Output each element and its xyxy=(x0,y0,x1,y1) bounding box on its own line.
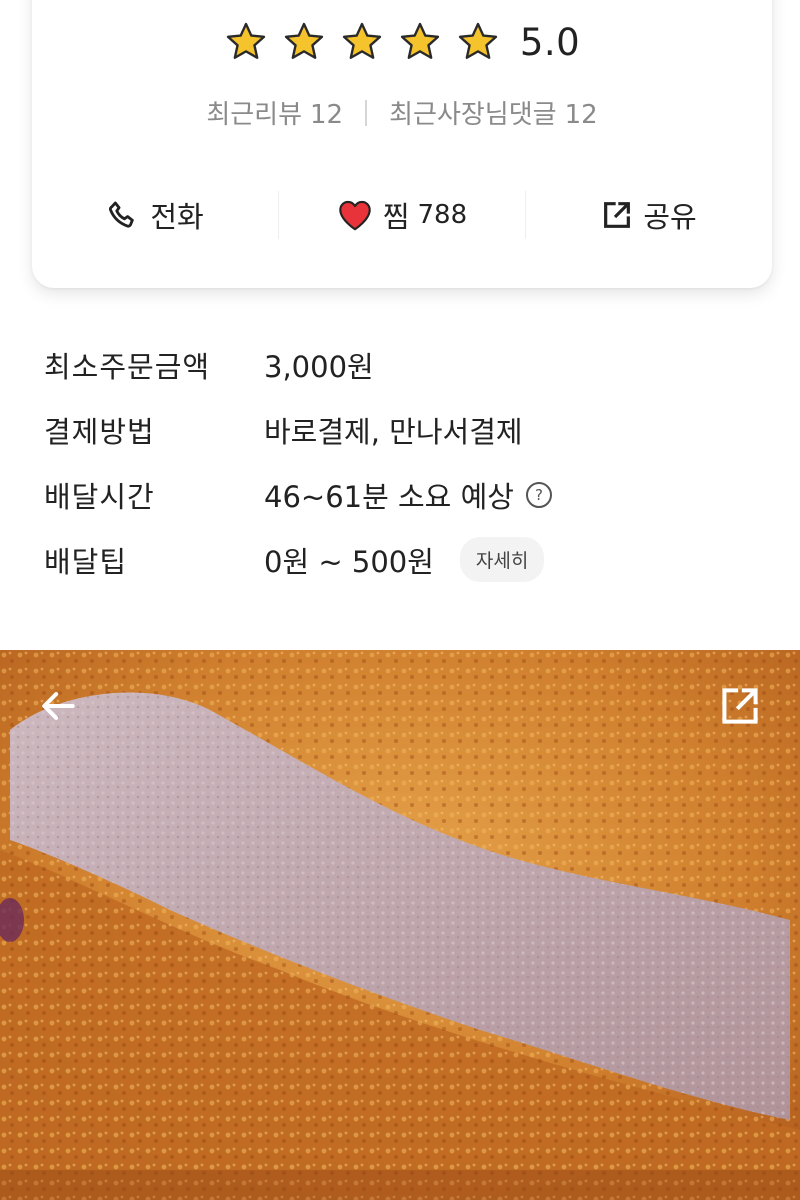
share-icon[interactable] xyxy=(718,684,762,728)
pork-cutlet-image xyxy=(0,650,800,1200)
call-label: 전화 xyxy=(150,200,204,234)
share-button[interactable]: 공유 xyxy=(526,194,772,236)
like-button[interactable]: 찜 788 xyxy=(279,194,525,236)
rating-row: 5.0 xyxy=(32,16,772,68)
phone-icon xyxy=(109,201,135,228)
info-row-delivery-time: 배달시간 46~61분 소요 예상 ? xyxy=(44,462,764,527)
recent-reviews-label: 최근리뷰 xyxy=(206,100,303,130)
action-bar: 전화 찜 788 공유 xyxy=(32,180,772,250)
star-icon xyxy=(342,22,381,59)
info-value-wrap: 46~61분 소요 예상 ? xyxy=(264,474,552,516)
share-label: 공유 xyxy=(643,200,697,234)
arrow-left-icon[interactable] xyxy=(36,684,80,728)
heart-icon xyxy=(339,200,371,231)
like-label: 찜 xyxy=(382,200,410,234)
info-label: 배달팁 xyxy=(44,544,128,579)
like-count: 788 xyxy=(417,200,468,230)
info-value-wrap: 0원 ~ 500원 자세히 xyxy=(264,537,545,582)
info-row-delivery-tip: 배달팁 0원 ~ 500원 자세히 xyxy=(44,527,764,592)
info-value: 3,000원 xyxy=(264,349,374,384)
delivery-tip-value: 0원 ~ 500원 xyxy=(264,544,434,579)
rating-value: 5.0 xyxy=(519,20,581,64)
call-button[interactable]: 전화 xyxy=(32,194,278,236)
owner-replies-link[interactable]: 최근사장님댓글 12 xyxy=(389,94,598,131)
star-icon xyxy=(284,22,323,59)
share-icon xyxy=(604,202,631,228)
info-label: 최소주문금액 xyxy=(44,349,211,384)
review-counts: 최근리뷰 12 최근사장님댓글 12 xyxy=(32,94,772,131)
question-circle-icon[interactable]: ? xyxy=(525,481,552,508)
info-label: 결제방법 xyxy=(44,414,155,449)
delivery-time-value: 46~61분 소요 예상 xyxy=(264,479,514,514)
store-summary-card: 5.0 최근리뷰 12 최근사장님댓글 12 전화 찜 788 공유 xyxy=(32,0,772,288)
recent-reviews-count: 12 xyxy=(310,100,344,130)
info-row-payment: 결제방법 바로결제, 만나서결제 xyxy=(44,397,764,462)
star-icon xyxy=(400,22,439,59)
store-info-list: 최소주문금액 3,000원 결제방법 바로결제, 만나서결제 배달시간 46~6… xyxy=(44,332,764,592)
star-icon xyxy=(458,22,497,59)
divider xyxy=(365,99,368,126)
delivery-tip-detail-button[interactable]: 자세히 xyxy=(459,537,545,582)
owner-replies-count: 12 xyxy=(564,100,598,130)
info-label: 배달시간 xyxy=(44,479,155,514)
info-value: 바로결제, 만나서결제 xyxy=(264,414,523,449)
owner-replies-label: 최근사장님댓글 xyxy=(389,100,557,130)
info-row-min-order: 최소주문금액 3,000원 xyxy=(44,332,764,397)
recent-reviews-link[interactable]: 최근리뷰 12 xyxy=(206,94,343,131)
food-photo xyxy=(0,650,800,1200)
star-icon xyxy=(226,22,265,59)
